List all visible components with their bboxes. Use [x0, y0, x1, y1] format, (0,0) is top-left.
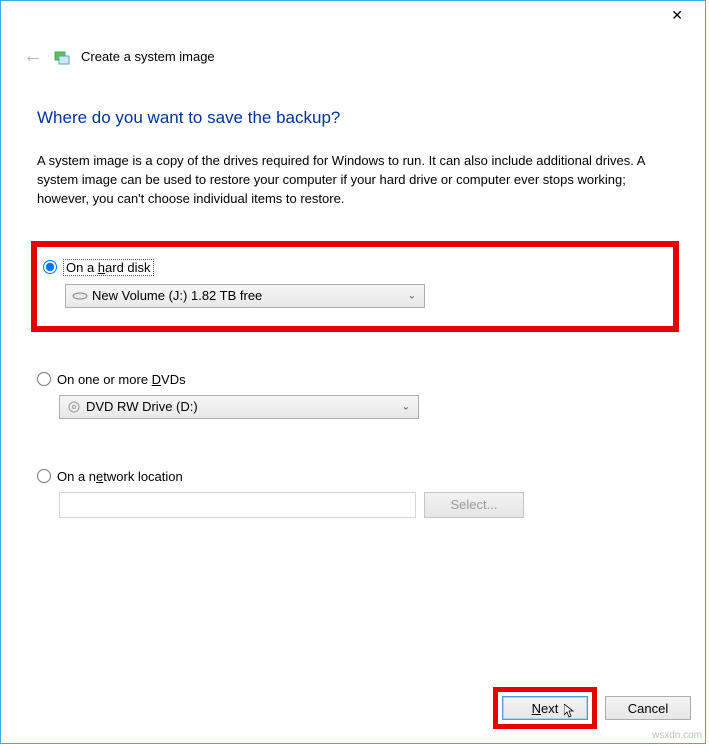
watermark: wsxdn.com	[652, 730, 702, 741]
hard-disk-highlight: On a hard disk New Volume (J:) 1.82 TB f…	[31, 241, 679, 332]
option-dvd-group: On one or more DVDs DVD RW Drive (D:) ⌄	[37, 372, 669, 419]
network-path-input[interactable]	[59, 492, 416, 518]
label-dvd[interactable]: On one or more DVDs	[57, 372, 186, 387]
dvd-dropdown[interactable]: DVD RW Drive (D:) ⌄	[59, 395, 419, 419]
content-area: Where do you want to save the backup? A …	[1, 68, 705, 518]
wizard-title: Create a system image	[81, 49, 215, 64]
option-network-group: On a network location Select...	[37, 469, 669, 518]
drive-icon	[72, 290, 88, 302]
radio-network[interactable]	[37, 469, 51, 483]
chevron-down-icon: ⌄	[408, 290, 416, 301]
select-button[interactable]: Select...	[424, 492, 524, 518]
network-row: Select...	[59, 492, 669, 518]
chevron-down-icon: ⌄	[402, 401, 410, 412]
back-arrow-icon: ←	[23, 45, 43, 68]
next-highlight: Next	[493, 687, 597, 729]
wizard-header: ← Create a system image	[1, 31, 705, 68]
hard-disk-dropdown[interactable]: New Volume (J:) 1.82 TB free ⌄	[65, 284, 425, 308]
page-description: A system image is a copy of the drives r…	[37, 152, 669, 209]
label-hard-disk[interactable]: On a hard disk	[63, 259, 154, 276]
radio-hard-disk[interactable]	[43, 260, 57, 274]
titlebar: ✕	[1, 1, 705, 31]
cursor-icon	[564, 704, 576, 721]
hard-disk-selected: New Volume (J:) 1.82 TB free	[92, 288, 262, 303]
dvd-selected: DVD RW Drive (D:)	[86, 399, 198, 414]
close-icon[interactable]: ✕	[663, 5, 691, 26]
option-hard-disk[interactable]: On a hard disk	[43, 259, 663, 276]
wizard-footer: Next Cancel	[493, 687, 691, 729]
cancel-button[interactable]: Cancel	[605, 696, 691, 720]
option-network[interactable]: On a network location	[37, 469, 669, 484]
label-network[interactable]: On a network location	[57, 469, 183, 484]
option-dvd[interactable]: On one or more DVDs	[37, 372, 669, 387]
disc-icon	[66, 401, 82, 413]
page-heading: Where do you want to save the backup?	[37, 108, 669, 128]
radio-dvd[interactable]	[37, 372, 51, 386]
wizard-window: ✕ ← Create a system image Where do you w…	[0, 0, 706, 744]
system-image-icon	[53, 48, 71, 66]
next-button[interactable]: Next	[502, 696, 588, 720]
